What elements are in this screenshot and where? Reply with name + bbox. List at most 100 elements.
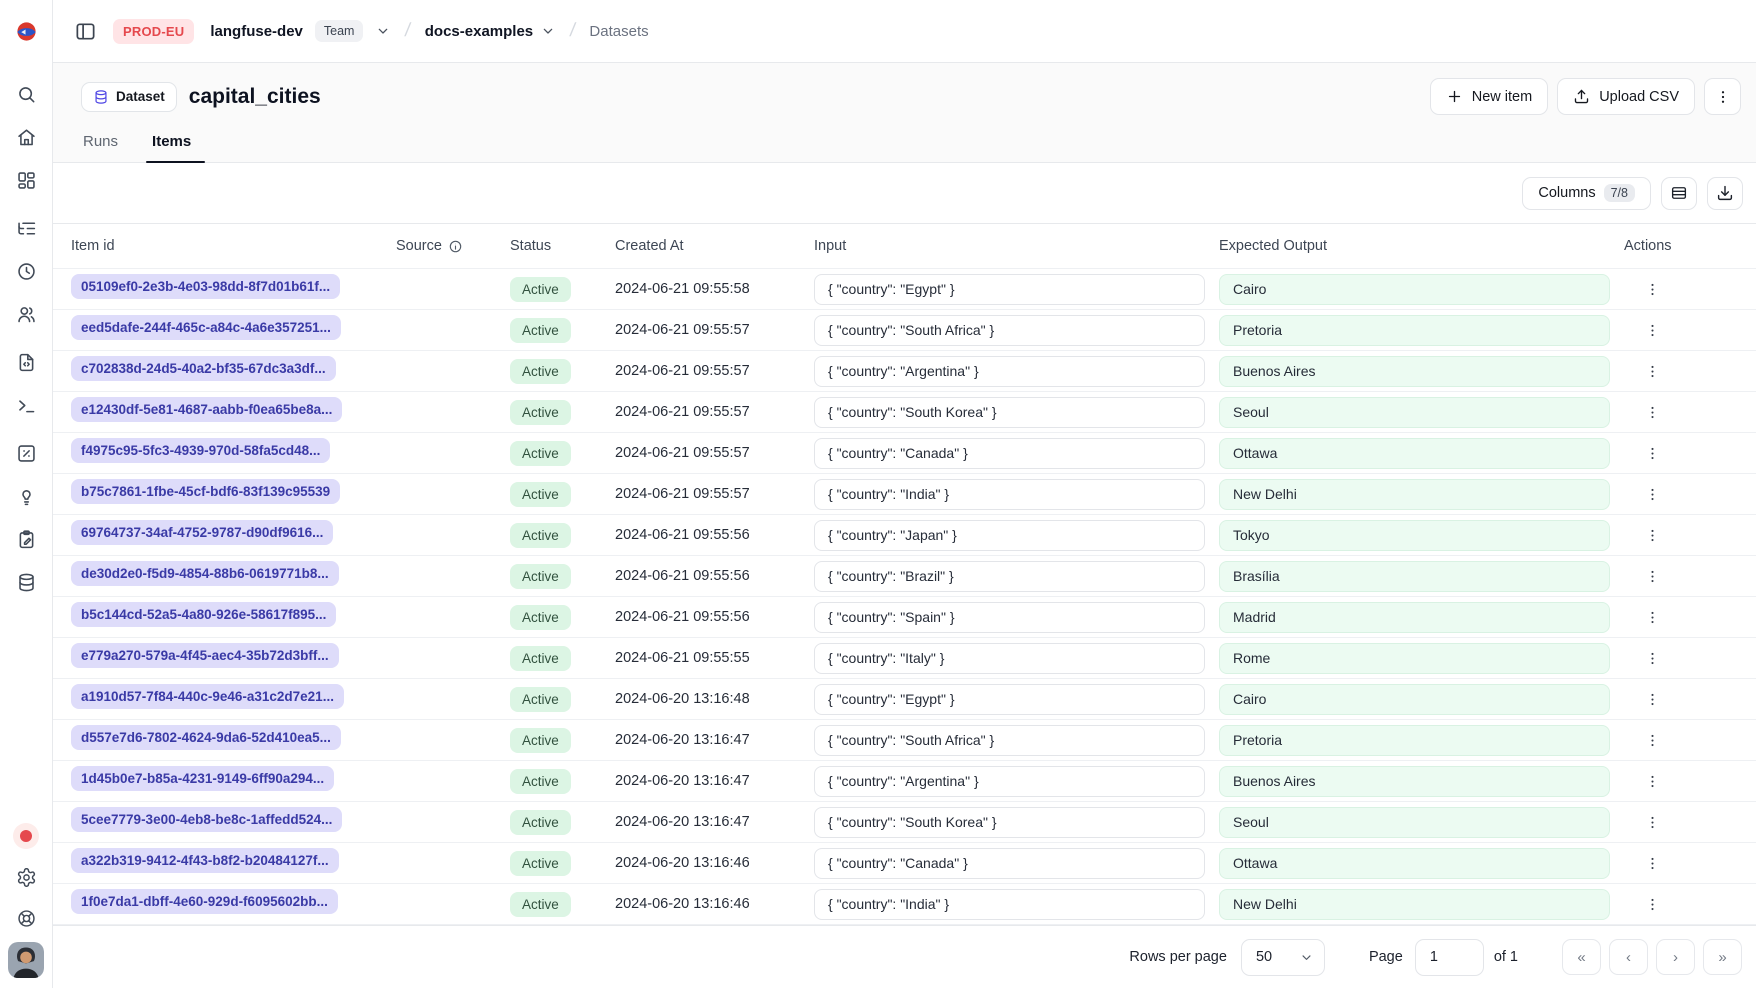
col-header-item-id: Item id (71, 238, 396, 254)
status-badge: Active (510, 441, 571, 466)
org-type-badge: Team (315, 20, 364, 42)
tab-runs[interactable]: Runs (81, 133, 120, 162)
item-id-badge[interactable]: d557e7d6-7802-4624-9da6-52d410ea5... (71, 725, 341, 750)
item-id-badge[interactable]: e12430df-5e81-4687-aabb-f0ea65be8a... (71, 397, 342, 422)
first-page-button[interactable]: « (1562, 939, 1601, 975)
item-id-badge[interactable]: b5c144cd-52a5-4a80-926e-58617f895... (71, 602, 336, 627)
status-badge: Active (510, 728, 571, 753)
upload-csv-button[interactable]: Upload CSV (1557, 78, 1695, 115)
table-row: 69764737-34af-4752-9787-d90df9616... Act… (53, 515, 1756, 556)
new-item-button[interactable]: New item (1430, 78, 1548, 115)
row-actions-button[interactable] (1638, 521, 1666, 549)
row-actions-button[interactable] (1638, 726, 1666, 754)
input-cell: { "country": "India" } (814, 479, 1205, 510)
expected-output-cell: Seoul (1219, 397, 1610, 428)
annotation-clipboard-icon[interactable] (9, 522, 43, 556)
prev-page-button[interactable]: ‹ (1609, 939, 1648, 975)
input-cell: { "country": "South Korea" } (814, 397, 1205, 428)
users-icon[interactable] (9, 297, 43, 331)
status-badge: Active (510, 482, 571, 507)
status-badge: Active (510, 318, 571, 343)
item-id-badge[interactable]: de30d2e0-f5d9-4854-88b6-0619771b8... (71, 561, 339, 586)
breadcrumb-project[interactable]: docs-examples (425, 23, 556, 40)
langfuse-logo[interactable] (15, 20, 38, 43)
sidebar-toggle-icon[interactable] (69, 15, 101, 47)
table-toolbar: Columns 7/8 (53, 163, 1756, 223)
item-id-badge[interactable]: a1910d57-7f84-440c-9e46-a31c2d7e21... (71, 684, 344, 709)
breadcrumb-separator: / (567, 20, 579, 42)
kebab-menu-icon (1644, 322, 1661, 339)
more-actions-button[interactable] (1704, 78, 1741, 115)
item-id-badge[interactable]: c702838d-24d5-40a2-bf35-67dc3a3df... (71, 356, 336, 381)
columns-count-badge: 7/8 (1604, 184, 1635, 202)
row-actions-button[interactable] (1638, 439, 1666, 467)
item-id-badge[interactable]: f4975c95-5fc3-4939-970d-58fa5cd48... (71, 438, 330, 463)
row-height-button[interactable] (1661, 177, 1697, 210)
home-icon[interactable] (9, 120, 43, 154)
row-actions-button[interactable] (1638, 644, 1666, 672)
kebab-menu-icon (1644, 896, 1661, 913)
next-page-button[interactable]: › (1656, 939, 1695, 975)
search-icon[interactable] (9, 77, 43, 111)
support-lifebuoy-icon[interactable] (9, 901, 43, 935)
item-id-badge[interactable]: 5cee7779-3e00-4eb8-be8c-1affedd524... (71, 807, 342, 832)
tab-items[interactable]: Items (150, 133, 193, 162)
item-id-badge[interactable]: eed5dafe-244f-465c-a84c-4a6e357251... (71, 315, 341, 340)
row-actions-button[interactable] (1638, 603, 1666, 631)
row-actions-button[interactable] (1638, 562, 1666, 590)
chevron-down-icon (1299, 950, 1314, 965)
row-actions-button[interactable] (1638, 808, 1666, 836)
item-id-badge[interactable]: a322b319-9412-4f43-b8f2-b20484127f... (71, 848, 339, 873)
tracing-icon[interactable] (9, 211, 43, 245)
export-download-button[interactable] (1707, 177, 1743, 210)
kebab-menu-icon (1644, 691, 1661, 708)
row-actions-button[interactable] (1638, 275, 1666, 303)
evaluation-percent-icon[interactable] (9, 436, 43, 470)
breadcrumb-section[interactable]: Datasets (589, 23, 648, 40)
item-id-badge[interactable]: 69764737-34af-4752-9787-d90df9616... (71, 520, 333, 545)
breadcrumb-separator: / (402, 20, 414, 42)
table-row: 05109ef0-2e3b-4e03-98dd-8f7d01b61f... Ac… (53, 269, 1756, 310)
input-cell: { "country": "India" } (814, 889, 1205, 920)
created-at-cell: 2024-06-20 13:16:47 (615, 732, 814, 748)
prompts-file-icon[interactable] (9, 345, 43, 379)
page-label: Page (1369, 949, 1403, 965)
row-actions-button[interactable] (1638, 849, 1666, 877)
org-chevron-down-icon[interactable] (375, 23, 391, 39)
dashboard-icon[interactable] (9, 163, 43, 197)
created-at-cell: 2024-06-21 09:55:56 (615, 568, 814, 584)
col-header-created-at: Created At (615, 238, 814, 254)
lightbulb-icon[interactable] (9, 479, 43, 513)
row-actions-button[interactable] (1638, 398, 1666, 426)
item-id-badge[interactable]: 1f0e7da1-dbff-4e60-929d-f6095602bb... (71, 889, 338, 914)
item-id-badge[interactable]: b75c7861-1fbe-45cf-bdf6-83f139c95539 (71, 479, 340, 504)
settings-gear-icon[interactable] (9, 860, 43, 894)
item-id-badge[interactable]: e779a270-579a-4f45-aec4-35b72d3bff... (71, 643, 339, 668)
item-id-badge[interactable]: 1d45b0e7-b85a-4231-9149-6ff90a294... (71, 766, 334, 791)
table-row: eed5dafe-244f-465c-a84c-4a6e357251... Ac… (53, 310, 1756, 351)
columns-button[interactable]: Columns 7/8 (1522, 177, 1651, 210)
datasets-database-icon[interactable] (9, 565, 43, 599)
row-actions-button[interactable] (1638, 890, 1666, 918)
row-actions-button[interactable] (1638, 480, 1666, 508)
last-page-button[interactable]: » (1703, 939, 1742, 975)
sessions-clock-icon[interactable] (9, 254, 43, 288)
row-actions-button[interactable] (1638, 316, 1666, 344)
status-badge: Active (510, 277, 571, 302)
row-actions-button[interactable] (1638, 357, 1666, 385)
created-at-cell: 2024-06-21 09:55:57 (615, 486, 814, 502)
user-avatar[interactable] (8, 942, 44, 978)
playground-terminal-icon[interactable] (9, 388, 43, 422)
expected-output-cell: Ottawa (1219, 848, 1610, 879)
info-icon[interactable] (448, 239, 463, 254)
table-row: a1910d57-7f84-440c-9e46-a31c2d7e21... Ac… (53, 679, 1756, 720)
expected-output-cell: Pretoria (1219, 725, 1610, 756)
col-header-status: Status (510, 238, 615, 254)
row-actions-button[interactable] (1638, 767, 1666, 795)
item-id-badge[interactable]: 05109ef0-2e3b-4e03-98dd-8f7d01b61f... (71, 274, 340, 299)
rows-per-page-select[interactable]: 50 (1241, 939, 1325, 976)
row-actions-button[interactable] (1638, 685, 1666, 713)
page-number-input[interactable] (1415, 939, 1484, 976)
breadcrumb-organization[interactable]: langfuse-dev (210, 23, 303, 40)
recording-dot[interactable] (13, 823, 39, 849)
